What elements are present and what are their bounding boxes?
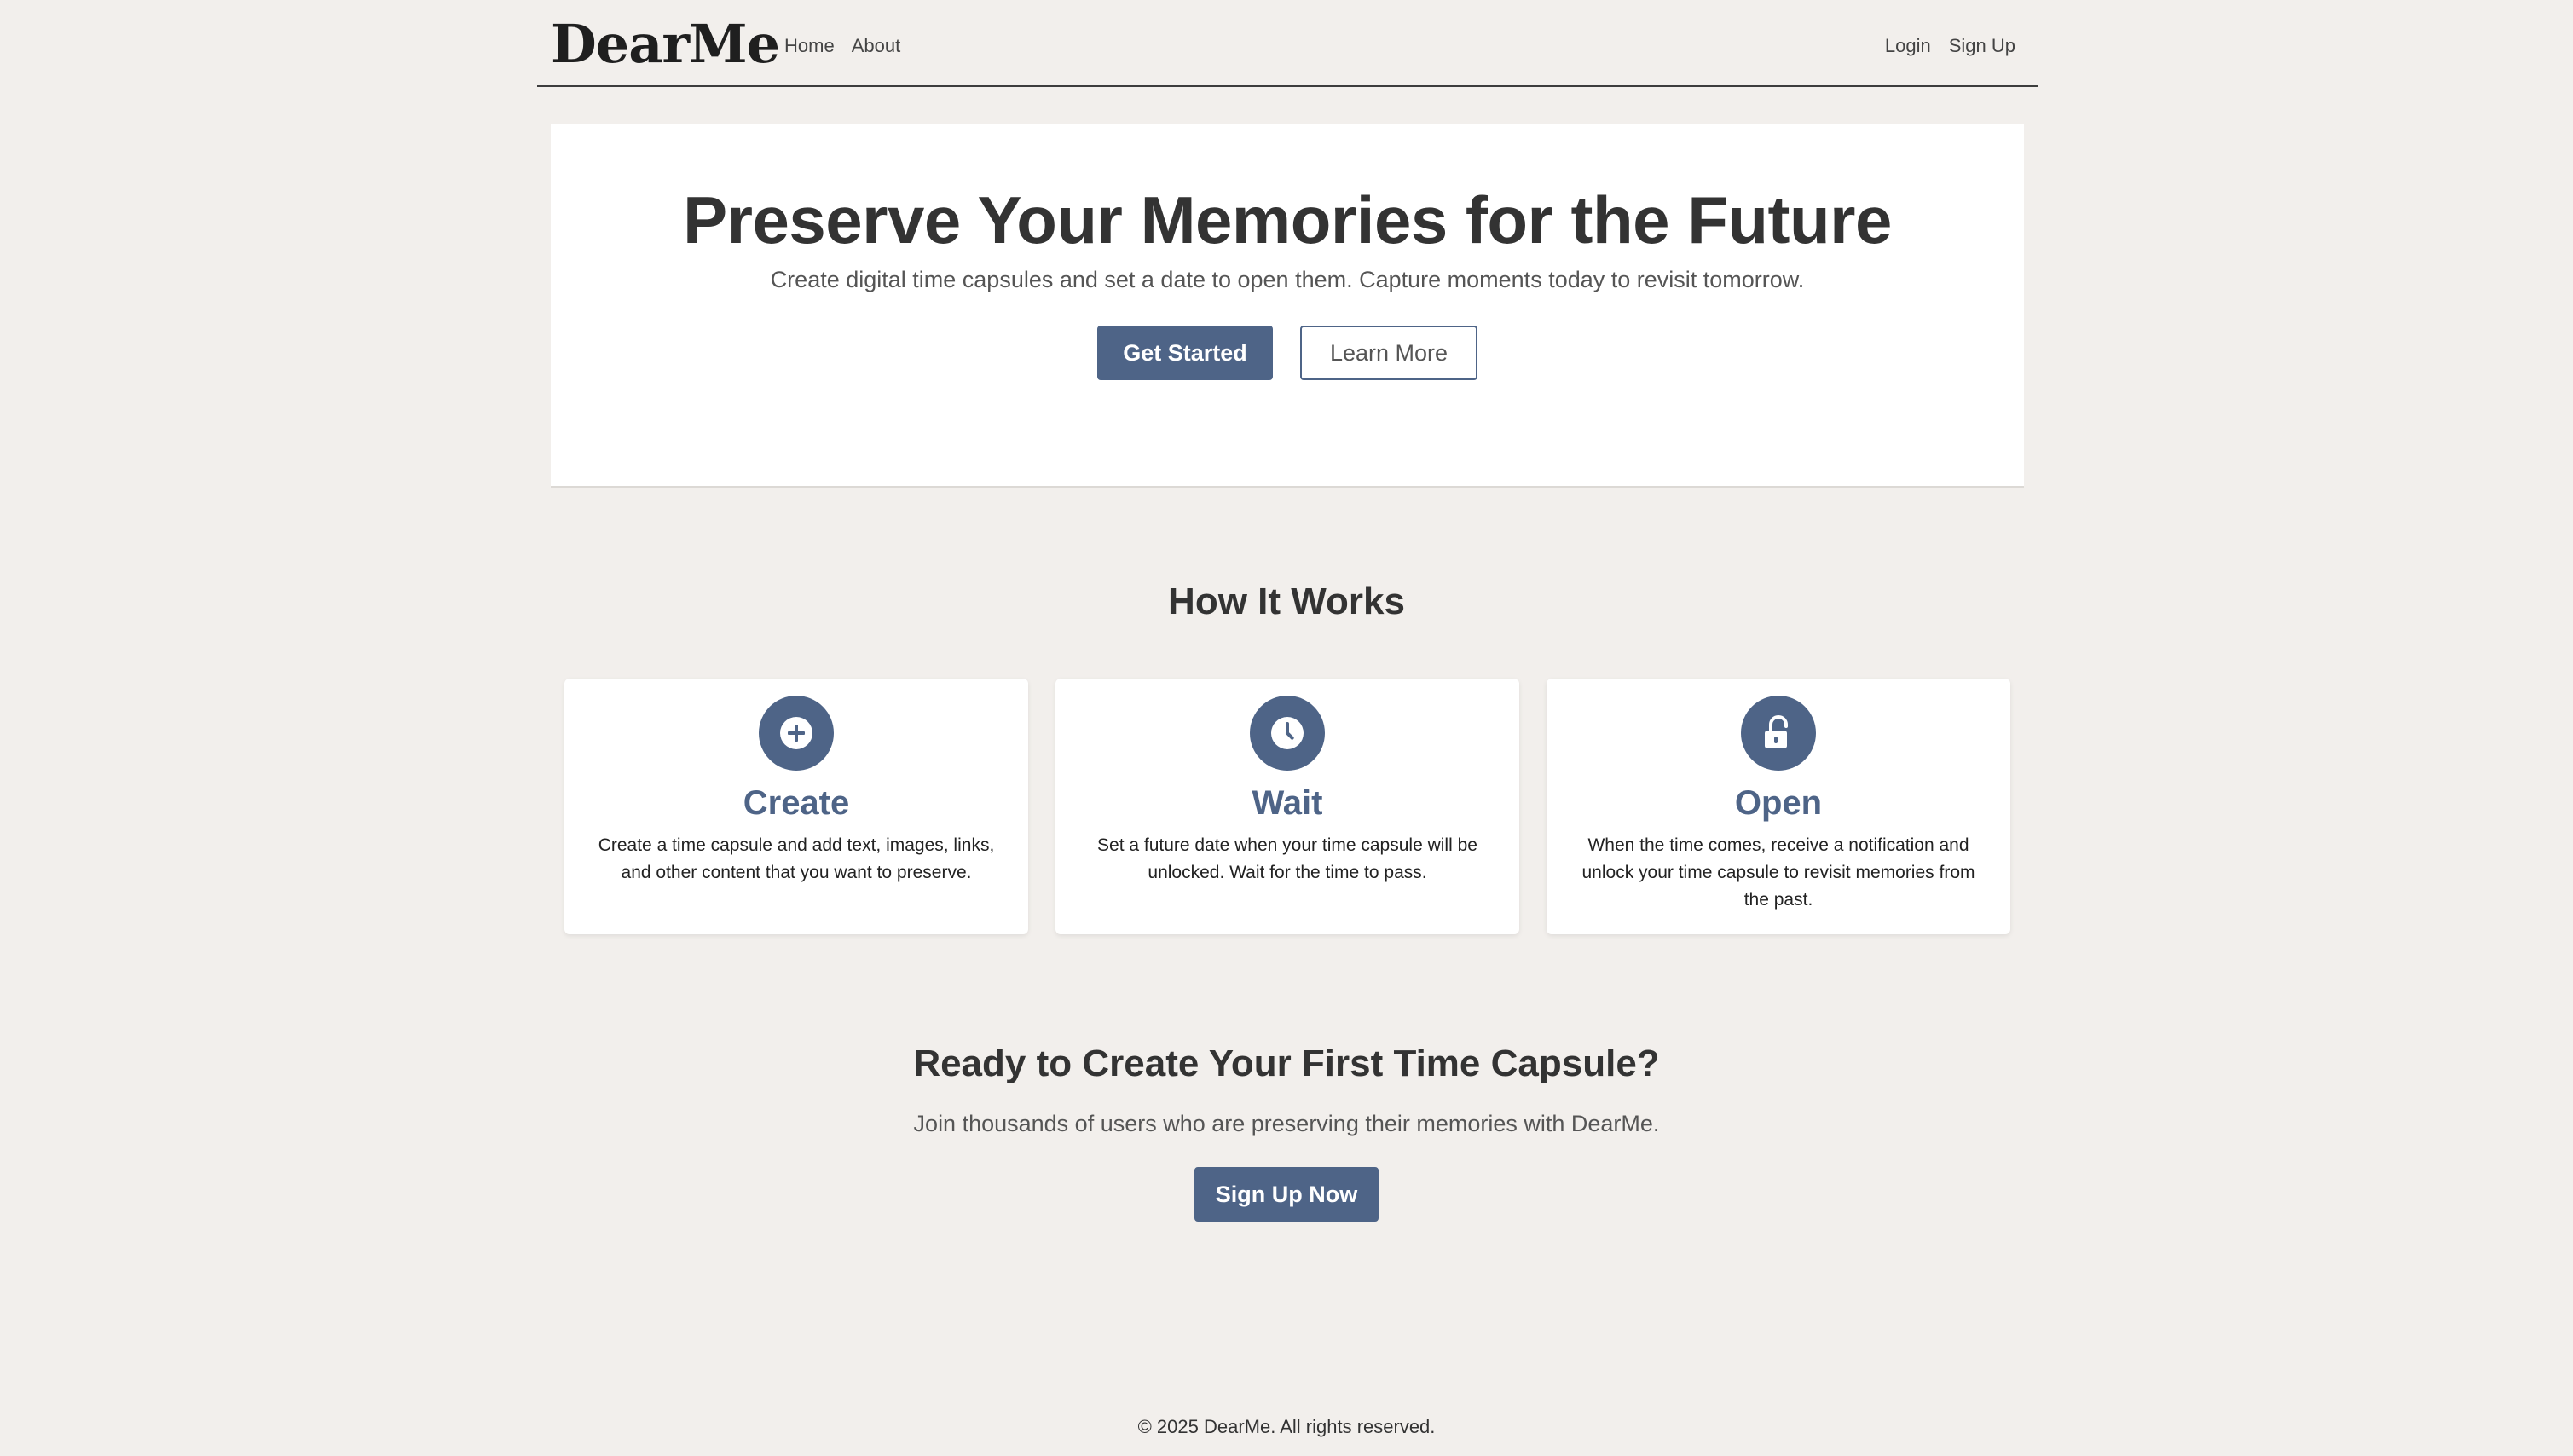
hero-section: Preserve Your Memories for the Future Cr… (551, 124, 2024, 488)
step-description: Set a future date when your time capsule… (1097, 835, 1477, 882)
brand-logo[interactable]: DearMe (551, 9, 780, 80)
how-it-works-cards: Create Create a time capsule and add tex… (564, 679, 2010, 934)
learn-more-button[interactable]: Learn More (1300, 326, 1477, 380)
clock-icon-glyph (1271, 717, 1304, 749)
step-description: Create a time capsule and add text, imag… (598, 835, 995, 882)
unlock-icon-glyph (1765, 715, 1788, 748)
get-started-button[interactable]: Get Started (1097, 326, 1273, 380)
top-navbar: DearMe Home About Login Sign Up (537, 0, 2038, 87)
step-title: Create (743, 784, 850, 822)
footer-copyright: © 2025 DearMe. All rights reserved. (1137, 1416, 1436, 1437)
nav-link-about[interactable]: About (852, 31, 901, 61)
sign-up-now-button[interactable]: Sign Up Now (1194, 1167, 1379, 1222)
clock-icon (1250, 696, 1325, 771)
nav-link-login[interactable]: Login (1885, 31, 1931, 61)
landing-page: DearMe Home About Login Sign Up Preserve… (0, 0, 2573, 1456)
cta-button-container: Sign Up Now (0, 1167, 2573, 1222)
hero-buttons: Get Started Learn More (551, 326, 2024, 380)
step-title: Open (1734, 784, 1823, 822)
hero-title: Preserve Your Memories for the Future (683, 182, 1892, 257)
step-card-open: Open When the time comes, receive a noti… (1547, 679, 2010, 934)
how-it-works-title: How It Works (1168, 581, 1405, 622)
cta-title: Ready to Create Your First Time Capsule? (913, 1043, 1660, 1084)
step-card-create: Create Create a time capsule and add tex… (564, 679, 1028, 934)
step-description: When the time comes, receive a notificat… (1581, 835, 1975, 910)
nav-link-home[interactable]: Home (784, 31, 835, 61)
hero-subtitle: Create digital time capsules and set a d… (770, 267, 1805, 292)
plus-circle-icon-glyph (780, 717, 812, 749)
unlock-icon (1741, 696, 1816, 771)
cta-subtitle: Join thousands of users who are preservi… (913, 1111, 1660, 1136)
plus-circle-icon (759, 696, 834, 771)
step-title: Wait (1252, 784, 1323, 822)
step-card-wait: Wait Set a future date when your time ca… (1055, 679, 1519, 934)
nav-primary-links: Home About (784, 31, 900, 61)
nav-link-signup[interactable]: Sign Up (1949, 31, 2015, 61)
nav-auth-links: Login Sign Up (1885, 31, 2015, 61)
